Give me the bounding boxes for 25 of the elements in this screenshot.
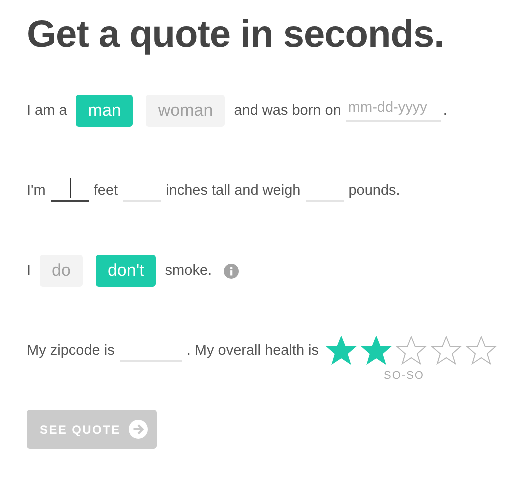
- star-icon[interactable]: [466, 336, 498, 366]
- sentence-text: I am a: [27, 103, 68, 119]
- rating-caption: SO-SO: [384, 370, 424, 382]
- sentence-text: inches tall and weigh: [166, 183, 301, 199]
- info-icon[interactable]: [224, 264, 240, 278]
- star-icon[interactable]: [396, 336, 428, 366]
- sentence-text: and was born on: [234, 103, 342, 119]
- star-icon[interactable]: [326, 336, 358, 366]
- choice-toggle[interactable]: woman: [146, 95, 226, 127]
- input-field[interactable]: [50, 180, 89, 202]
- choice-toggle[interactable]: don't: [96, 255, 156, 287]
- page-title: Get a quote in seconds.: [27, 14, 446, 57]
- sentence-text: I: [27, 263, 32, 279]
- sentence-text: pounds.: [348, 183, 400, 199]
- star-rating[interactable]: [326, 336, 498, 366]
- sentence-text: . My overall health is: [186, 343, 320, 359]
- sentence-text: .: [443, 103, 448, 119]
- choice-toggle[interactable]: man: [76, 95, 134, 127]
- star-icon[interactable]: [431, 336, 462, 366]
- sentence-text: I'm: [27, 183, 46, 199]
- sentence-text: feet: [94, 183, 118, 199]
- sentence-text: smoke.: [165, 263, 212, 279]
- sentence-text: My zipcode is: [27, 343, 115, 359]
- star-icon[interactable]: [361, 336, 392, 366]
- choice-toggle[interactable]: do: [40, 255, 83, 287]
